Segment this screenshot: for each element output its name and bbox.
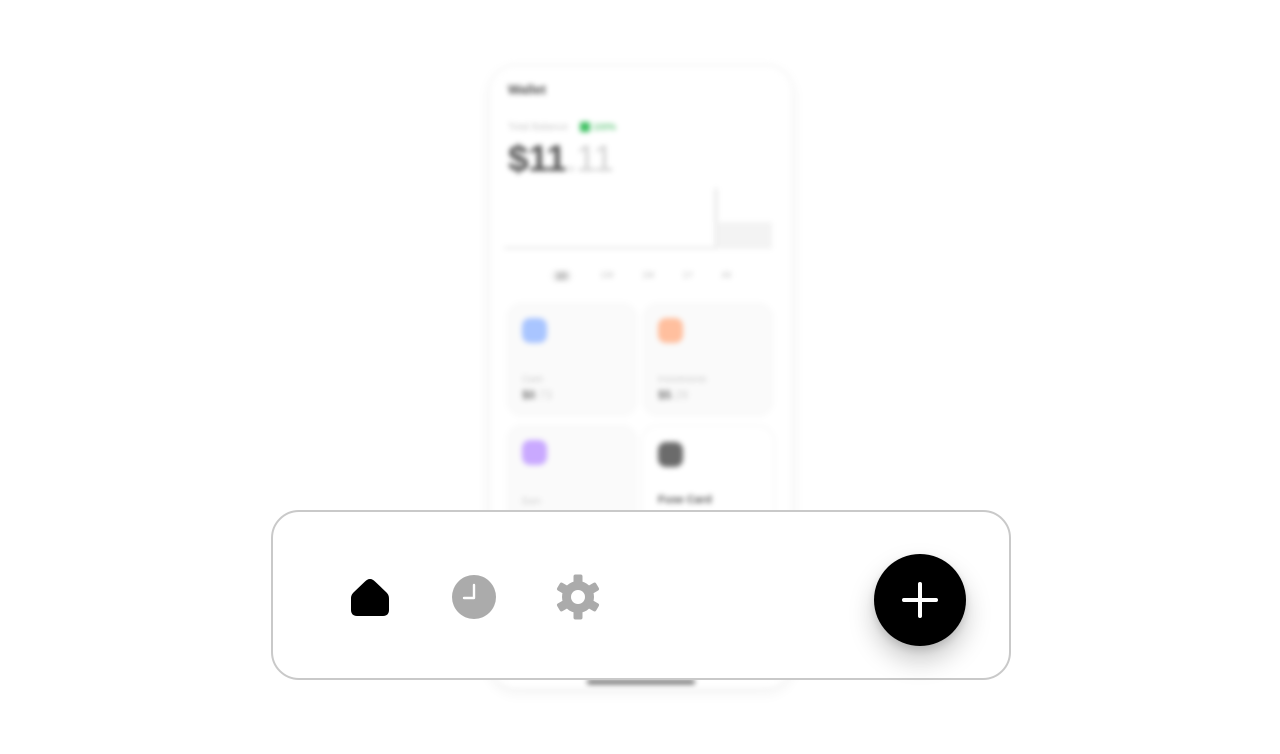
cash-card[interactable]: Cash $0.73 <box>506 302 638 417</box>
tab-home[interactable] <box>345 572 395 622</box>
investments-value-cents: .29 <box>671 388 689 402</box>
earn-label: Earn <box>522 496 542 506</box>
bottom-tab-bar <box>271 510 1011 680</box>
chart-range-selector: 1D 1W 1M 1Y All <box>490 270 792 282</box>
range-1w[interactable]: 1W <box>600 270 614 282</box>
investments-icon <box>658 318 683 343</box>
range-1m[interactable]: 1M <box>642 270 655 282</box>
app-stage: Wallet Total Balance 100% $11.11 1D 1W 1… <box>0 0 1280 754</box>
balance-change-value: 100% <box>593 122 617 132</box>
investments-value: $5.29 <box>658 388 688 402</box>
tab-settings[interactable] <box>553 572 603 622</box>
home-indicator <box>587 680 695 684</box>
add-button[interactable] <box>874 554 966 646</box>
home-icon <box>351 579 389 616</box>
range-all[interactable]: All <box>721 270 731 282</box>
clock-icon <box>452 575 496 619</box>
gear-icon <box>556 574 600 620</box>
range-1d[interactable]: 1D <box>550 270 573 282</box>
investments-label: Investments <box>658 374 707 384</box>
cash-label: Cash <box>522 374 544 384</box>
fuse-card-icon <box>658 442 683 467</box>
cash-value: $0.73 <box>522 388 552 402</box>
wallet-title: Wallet <box>508 82 546 97</box>
fuse-card-label: Fuse Card <box>658 494 712 506</box>
cash-icon <box>522 318 547 343</box>
balance-cents: .11 <box>566 138 614 179</box>
trend-up-icon <box>580 122 590 132</box>
plus-icon <box>902 582 938 618</box>
chart-area <box>716 222 772 249</box>
total-balance-label: Total Balance <box>508 122 569 133</box>
earn-icon <box>522 440 547 465</box>
balance-chart <box>504 188 772 249</box>
cash-value-cents: .73 <box>535 388 553 402</box>
investments-value-whole: $5 <box>658 388 672 402</box>
investments-card[interactable]: Investments $5.29 <box>642 302 774 417</box>
balance-amount: $11.11 <box>508 138 614 180</box>
balance-whole: $11 <box>508 138 567 179</box>
tab-history[interactable] <box>449 572 499 622</box>
cash-value-whole: $0 <box>522 388 536 402</box>
balance-change-badge: 100% <box>580 122 616 132</box>
range-1y[interactable]: 1Y <box>682 270 693 282</box>
